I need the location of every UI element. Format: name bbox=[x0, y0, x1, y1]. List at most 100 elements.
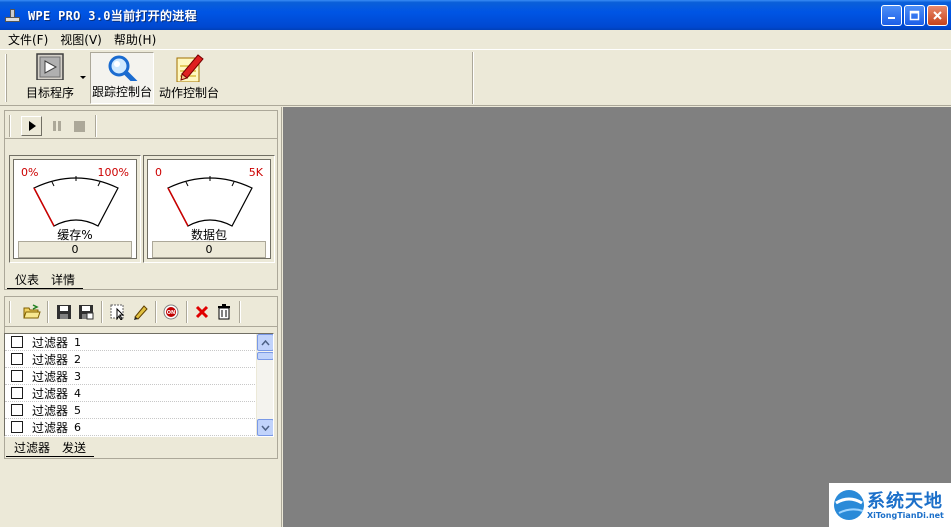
select-filter-button[interactable] bbox=[107, 302, 128, 322]
title-bar: WPE PRO 3.0当前打开的进程 bbox=[0, 0, 951, 30]
tab-send[interactable]: 发送 bbox=[54, 441, 95, 457]
svg-text:ON: ON bbox=[166, 310, 174, 316]
list-item[interactable]: 过滤器 4 bbox=[5, 385, 257, 402]
pause-icon bbox=[52, 121, 61, 131]
toolbar-grip bbox=[9, 301, 11, 323]
trash-button[interactable] bbox=[213, 302, 234, 322]
filter-on-button[interactable]: ON bbox=[160, 302, 181, 322]
action-console-label: 动作控制台 bbox=[158, 86, 219, 100]
filter-checkbox[interactable] bbox=[11, 370, 23, 382]
filter-checkbox[interactable] bbox=[11, 353, 23, 365]
delete-filter-button[interactable] bbox=[191, 302, 212, 322]
watermark-title: 系统天地 bbox=[867, 491, 943, 512]
gauge-value: 0 bbox=[18, 241, 132, 258]
open-folder-icon bbox=[22, 304, 41, 319]
cursor-select-icon bbox=[110, 304, 124, 320]
list-item[interactable]: 过滤器 3 bbox=[5, 368, 257, 385]
filter-checkbox[interactable] bbox=[11, 336, 23, 348]
menu-view[interactable]: 视图(V) bbox=[55, 31, 107, 48]
menu-file[interactable]: 文件(F) bbox=[3, 31, 53, 48]
capture-toolbar bbox=[5, 111, 277, 139]
stop-capture-button[interactable] bbox=[69, 116, 90, 136]
edit-filter-button[interactable] bbox=[129, 302, 150, 322]
target-program-label: 目标程序 bbox=[25, 86, 74, 100]
filter-label: 过滤器 bbox=[32, 335, 69, 350]
close-icon bbox=[933, 11, 942, 20]
scroll-up-button[interactable] bbox=[257, 334, 273, 351]
magnifier-icon bbox=[108, 55, 138, 81]
scroll-thumb[interactable] bbox=[257, 352, 273, 360]
filter-tabs: 过滤器 发送 bbox=[6, 441, 95, 457]
pause-capture-button[interactable] bbox=[46, 116, 67, 136]
toolbar-separator bbox=[186, 301, 188, 323]
filter-checkbox[interactable] bbox=[11, 387, 23, 399]
chevron-down-icon bbox=[261, 425, 270, 431]
filter-label: 过滤器 bbox=[32, 369, 69, 384]
gauge-dial-icon bbox=[33, 176, 119, 227]
list-scrollbar[interactable] bbox=[256, 334, 273, 436]
target-program-button[interactable]: 目标程序 bbox=[12, 52, 88, 104]
toolbar-grip bbox=[9, 115, 11, 137]
trash-icon bbox=[217, 304, 230, 320]
action-console-button[interactable]: 动作控制台 bbox=[156, 52, 222, 104]
app-icon bbox=[4, 7, 22, 23]
gauge-dial-icon bbox=[167, 176, 253, 227]
buffer-gauge: 0% 100% 缓存% 0 bbox=[9, 155, 141, 263]
globe-logo-icon bbox=[834, 490, 864, 520]
start-capture-button[interactable] bbox=[21, 116, 42, 136]
list-item[interactable]: 过滤器 2 bbox=[5, 351, 257, 368]
tab-filters[interactable]: 过滤器 bbox=[6, 441, 59, 457]
site-watermark: 系统天地 XiTongTianDi.net bbox=[829, 483, 951, 527]
watermark-subtitle: XiTongTianDi.net bbox=[867, 511, 944, 520]
close-button[interactable] bbox=[927, 5, 948, 26]
filter-checkbox[interactable] bbox=[11, 404, 23, 416]
play-icon bbox=[28, 121, 36, 131]
toolbar-separator bbox=[101, 301, 103, 323]
window-controls bbox=[881, 5, 948, 26]
list-item[interactable]: 过滤器 5 bbox=[5, 402, 257, 419]
tab-details[interactable]: 详情 bbox=[43, 273, 84, 289]
filter-label: 过滤器 bbox=[32, 420, 69, 435]
toolbar-separator bbox=[472, 52, 474, 104]
packets-gauge: 0 5K 数据包 0 bbox=[143, 155, 275, 263]
list-item[interactable]: 过滤器 1 bbox=[5, 334, 257, 351]
play-target-icon bbox=[36, 53, 64, 80]
filter-number: 2 bbox=[74, 352, 82, 366]
window-title: WPE PRO 3.0当前打开的进程 bbox=[28, 8, 197, 23]
gauge-value: 0 bbox=[152, 241, 266, 258]
trace-console-label: 跟踪控制台 bbox=[91, 85, 152, 99]
toolbar-separator bbox=[155, 301, 157, 323]
minimize-icon bbox=[888, 17, 895, 19]
filter-number: 1 bbox=[74, 335, 82, 349]
save-filter-button[interactable] bbox=[53, 302, 74, 322]
save-all-filters-button[interactable] bbox=[75, 302, 96, 322]
tab-meters[interactable]: 仪表 bbox=[7, 273, 48, 289]
filter-list: 过滤器 1 过滤器 2 过滤器 3 过滤器 4 过滤器 5 过滤器 6 bbox=[4, 333, 274, 437]
trace-console-button[interactable]: 跟踪控制台 bbox=[90, 52, 154, 104]
save-all-icon bbox=[78, 305, 93, 320]
menu-help[interactable]: 帮助(H) bbox=[109, 31, 161, 48]
meter-panel: 0% 100% 缓存% 0 0 5K 数据包 0 仪表 详情 bbox=[4, 110, 278, 290]
on-switch-icon: ON bbox=[163, 304, 178, 320]
filter-number: 5 bbox=[74, 403, 82, 417]
filter-number: 3 bbox=[74, 369, 82, 383]
stop-icon bbox=[74, 120, 85, 132]
maximize-button[interactable] bbox=[904, 5, 925, 26]
notepad-pencil-icon bbox=[176, 54, 204, 82]
target-dropdown-arrow-icon[interactable] bbox=[80, 76, 86, 79]
toolbar-separator bbox=[239, 301, 241, 323]
save-disk-icon bbox=[56, 305, 71, 319]
list-item[interactable]: 过滤器 6 bbox=[5, 419, 257, 436]
toolbar-grip bbox=[5, 54, 7, 102]
scroll-down-button[interactable] bbox=[257, 419, 273, 436]
open-filter-button[interactable] bbox=[21, 302, 42, 322]
filter-number: 6 bbox=[74, 420, 82, 434]
filter-checkbox[interactable] bbox=[11, 421, 23, 433]
toolbar-separator bbox=[47, 301, 49, 323]
filter-toolbar: ON bbox=[5, 297, 277, 327]
toolbar-separator bbox=[95, 115, 97, 137]
maximize-icon bbox=[909, 10, 920, 21]
menu-bar: 文件(F) 视图(V) 帮助(H) bbox=[0, 30, 951, 49]
minimize-button[interactable] bbox=[881, 5, 902, 26]
filter-label: 过滤器 bbox=[32, 352, 69, 367]
